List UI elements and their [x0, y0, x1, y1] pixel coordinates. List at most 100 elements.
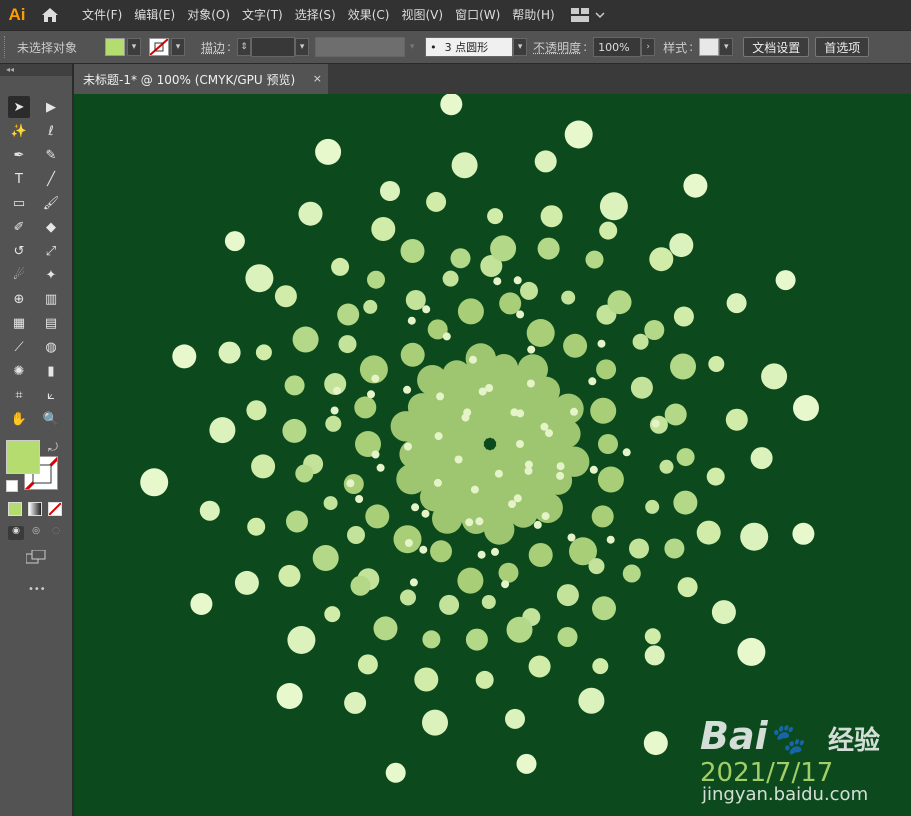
rectangle-tool-icon[interactable]: ▭ [8, 192, 30, 214]
art-dot [422, 709, 448, 736]
art-dot [493, 277, 502, 286]
art-dot [450, 248, 471, 269]
brush-dropdown[interactable]: ▾ [513, 38, 528, 56]
art-dot [407, 316, 416, 325]
color-mode-icon[interactable] [8, 502, 22, 516]
control-bar-grip[interactable] [4, 36, 11, 58]
document-setup-button[interactable]: 文档设置 [743, 37, 810, 57]
stroke-label[interactable]: 描边 [201, 39, 225, 56]
menu-edit[interactable]: 编辑(E) [128, 0, 181, 30]
workspace-icon [570, 8, 589, 22]
draw-inside-icon[interactable]: ◌ [48, 526, 64, 540]
opacity-arrow[interactable]: › [641, 38, 656, 56]
art-dot [475, 517, 484, 526]
art-dot [793, 395, 819, 421]
line-tool-icon[interactable]: ╱ [40, 168, 62, 190]
brush-value: 3 点圆形 [444, 41, 489, 54]
close-icon[interactable]: × [313, 72, 322, 85]
stroke-weight-stepper[interactable]: ⇕ [237, 38, 252, 56]
edit-toolbar-button[interactable]: ••• [28, 584, 46, 595]
art-dot [218, 341, 241, 364]
puppet-warp-icon[interactable]: ✦ [40, 264, 62, 286]
art-dot [371, 450, 380, 459]
perspective-grid-icon[interactable]: ▥ [40, 288, 62, 310]
art-dot [457, 567, 484, 594]
gradient-mode-icon[interactable] [28, 502, 42, 516]
style-swatch[interactable] [699, 38, 720, 56]
workspace-switcher[interactable] [570, 8, 605, 22]
art-dot [598, 434, 618, 454]
menu-help[interactable]: 帮助(H) [506, 0, 560, 30]
preferences-button[interactable]: 首选项 [815, 37, 870, 57]
art-dot [246, 400, 267, 421]
art-dot [454, 455, 463, 464]
home-icon[interactable] [34, 0, 66, 30]
art-dot [354, 396, 377, 419]
chevron-down-icon [595, 12, 605, 19]
rotate-tool-icon[interactable]: ↺ [8, 240, 30, 262]
scale-tool-icon[interactable]: ⤢ [40, 240, 62, 262]
art-dot [775, 270, 796, 291]
slice-tool-icon[interactable]: ⟀ [40, 384, 62, 406]
eraser-icon[interactable]: ◆ [40, 216, 62, 238]
artboard-tool-icon[interactable]: ⌗ [8, 384, 30, 406]
pen-tool-icon[interactable]: ✒ [8, 144, 30, 166]
paintbrush-icon[interactable]: 🖌 [40, 192, 62, 214]
stroke-dropdown[interactable]: ▾ [171, 38, 186, 56]
menu-effect[interactable]: 效果(C) [342, 0, 396, 30]
fill-swatch[interactable] [105, 38, 126, 56]
magic-wand-icon[interactable]: ✨ [8, 120, 30, 142]
art-dot [433, 478, 442, 487]
menu-file[interactable]: 文件(F) [76, 0, 128, 30]
fill-color-box-front[interactable] [6, 440, 40, 474]
menu-window[interactable]: 窗口(W) [449, 0, 506, 30]
stroke-weight-dropdown[interactable]: ▾ [295, 38, 310, 56]
symbol-sprayer-icon[interactable]: ✺ [8, 360, 30, 382]
none-mode-icon[interactable] [48, 502, 62, 516]
draw-behind-icon[interactable]: ◎ [28, 526, 44, 540]
shape-builder-icon[interactable]: ⊕ [8, 288, 30, 310]
default-colors-icon[interactable] [6, 480, 18, 492]
stroke-weight-input[interactable] [251, 37, 296, 57]
gradient-tool-icon[interactable]: ▤ [40, 312, 62, 334]
art-dot [477, 550, 486, 559]
type-tool-icon[interactable]: T [8, 168, 30, 190]
style-dropdown[interactable]: ▾ [719, 38, 734, 56]
hand-tool-icon[interactable]: ✋ [8, 408, 30, 430]
menu-object[interactable]: 对象(O) [181, 0, 236, 30]
toolbox-collapse[interactable]: ◂◂ [0, 64, 72, 76]
eyedropper-icon[interactable]: ⟋ [8, 336, 30, 358]
curvature-tool-icon[interactable]: ✎ [40, 144, 62, 166]
warp-tool-icon[interactable]: ☄ [8, 264, 30, 286]
opacity-input[interactable]: 100% [593, 37, 642, 57]
stroke-swatch[interactable] [149, 38, 170, 56]
screen-mode-icon[interactable] [25, 549, 46, 564]
art-dot [140, 468, 169, 497]
column-graph-icon[interactable]: ▮ [40, 360, 62, 382]
selection-tool-icon[interactable]: ➤ [8, 96, 30, 118]
swap-colors-icon[interactable]: ⤾ [48, 440, 58, 455]
opacity-label[interactable]: 不透明度 [533, 39, 581, 56]
art-dot [670, 353, 696, 380]
art-dot [696, 520, 721, 545]
art-dot [292, 326, 319, 353]
app-logo: Ai [8, 5, 26, 24]
lasso-icon[interactable]: ℓ [40, 120, 62, 142]
menu-type[interactable]: 文字(T) [236, 0, 289, 30]
direct-selection-tool-icon[interactable]: ▶ [40, 96, 62, 118]
art-dot [669, 233, 694, 258]
shaper-tool-icon[interactable]: ✐ [8, 216, 30, 238]
zoom-tool-icon[interactable]: 🔍 [40, 408, 62, 430]
fill-dropdown[interactable]: ▾ [127, 38, 142, 56]
watermark-url: jingyan.baidu.com [702, 784, 869, 805]
artboard-canvas[interactable]: Bai🐾 经验 2021/7/17 jingyan.baidu.com [74, 94, 911, 816]
document-tab[interactable]: 未标题-1* @ 100% (CMYK/GPU 预览) × [74, 64, 328, 94]
menu-select[interactable]: 选择(S) [289, 0, 342, 30]
profile-dropdown[interactable]: ▾ [405, 38, 419, 56]
mesh-tool-icon[interactable]: ▦ [8, 312, 30, 334]
variable-width-profile[interactable] [315, 37, 406, 57]
draw-normal-icon[interactable]: ◉ [8, 526, 24, 540]
brush-definition[interactable]: • 3 点圆形 [425, 37, 514, 57]
menu-view[interactable]: 视图(V) [395, 0, 449, 30]
blend-tool-icon[interactable]: ◍ [40, 336, 62, 358]
